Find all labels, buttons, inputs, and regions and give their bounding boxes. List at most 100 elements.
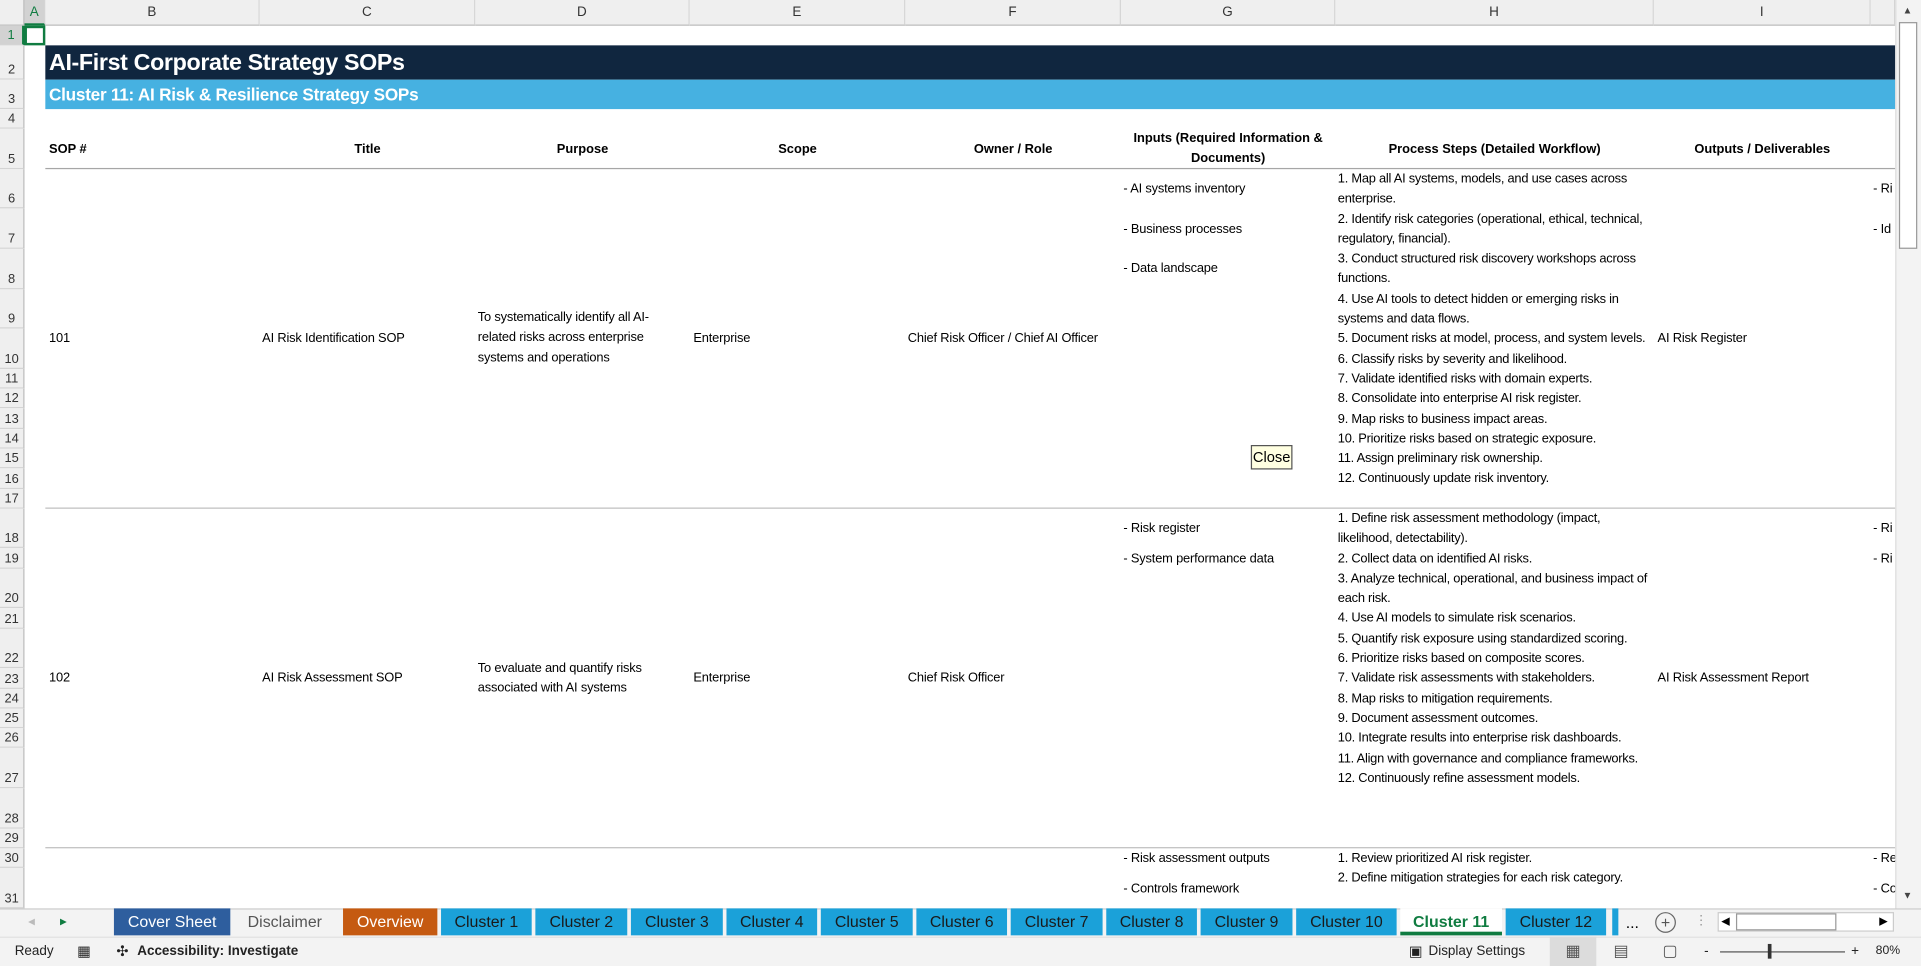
row-header[interactable]: 11 [0,368,25,389]
tab-prev-icon[interactable]: ◂ [28,913,35,930]
row-header[interactable]: 30 [0,848,25,868]
sop-input[interactable]: - System performance data [1123,549,1274,569]
row-header[interactable]: 21 [0,608,25,629]
row-header[interactable]: 5 [0,128,25,170]
row-header[interactable]: 31 [0,867,25,909]
scroll-up-icon[interactable]: ▲ [1903,5,1913,16]
sheet-tab-cluster-11[interactable]: Cluster 11 [1400,908,1502,936]
sop-input[interactable]: - Controls framework [1123,879,1239,899]
next-col-text[interactable]: - Ri [1873,179,1892,199]
sheet-tab-cluster-7[interactable]: Cluster 7 [1010,908,1103,936]
zoom-in-button[interactable]: + [1851,937,1859,966]
column-header[interactable]: F [905,0,1121,26]
zoom-slider-thumb[interactable] [1767,943,1772,959]
sop-scope[interactable]: Enterprise [693,329,750,349]
row-header[interactable]: 24 [0,688,25,709]
tab-next-icon[interactable]: ▸ [60,913,67,930]
sheet-tab-cluster-3[interactable]: Cluster 3 [630,908,723,936]
row-header[interactable]: 15 [0,448,25,469]
sop-number[interactable]: 101 [49,329,70,349]
zoom-level[interactable]: 80% [1876,937,1901,966]
column-header[interactable]: A [24,0,46,26]
sop-input[interactable]: - Business processes [1123,219,1242,239]
row-header[interactable]: 4 [0,109,25,129]
sop-purpose[interactable]: To evaluate and quantify risks associate… [478,658,684,698]
sop-steps[interactable]: 1. Map all AI systems, models, and use c… [1338,169,1654,489]
sheet-tab-cluster-8[interactable]: Cluster 8 [1106,908,1197,936]
accessibility-status[interactable]: Accessibility: Investigate [137,937,298,966]
row-header[interactable]: 7 [0,208,25,249]
sop-title[interactable]: AI Risk Assessment SOP [262,668,403,688]
scrollbar-thumb[interactable] [1898,22,1918,249]
row-header[interactable]: 27 [0,747,25,789]
row-header[interactable]: 12 [0,388,25,409]
row-header[interactable]: 18 [0,508,25,548]
sheet-tab-cluster-5[interactable]: Cluster 5 [820,908,913,936]
row-header[interactable]: 25 [0,708,25,729]
sop-purpose[interactable]: To systematically identify all AI-relate… [478,308,684,368]
column-header[interactable]: H [1335,0,1654,26]
macro-recorder-icon[interactable]: ▦ [77,937,91,966]
sop-owner[interactable]: Chief Risk Officer [908,668,1005,688]
sheet-tab-cluster-9[interactable]: Cluster 9 [1200,908,1293,936]
close-button[interactable]: Close [1250,445,1293,470]
row-header[interactable]: 13 [0,408,25,430]
sop-number[interactable]: 102 [49,668,70,688]
scroll-down-icon[interactable]: ▼ [1903,890,1913,901]
sop-input[interactable]: - Risk register [1123,519,1200,539]
zoom-slider[interactable] [1720,951,1846,953]
add-sheet-button[interactable]: + [1655,912,1676,933]
sop-input[interactable]: - Risk assessment outputs [1123,848,1269,868]
normal-view-button[interactable]: ▦ [1549,936,1597,966]
row-header[interactable]: 2 [0,45,25,80]
row-header[interactable]: 19 [0,547,25,569]
column-header[interactable]: G [1120,0,1336,26]
row-header[interactable]: 1 [0,25,25,46]
row-header[interactable]: 6 [0,169,25,209]
sop-input[interactable]: - Data landscape [1123,259,1217,279]
sheet-tab-disclaimer[interactable]: Disclaimer [233,908,337,935]
row-header[interactable]: 10 [0,328,25,369]
scroll-right-icon[interactable]: ▶ [1879,915,1887,928]
row-header[interactable]: 29 [0,828,25,849]
sheet-tab-cluster-6[interactable]: Cluster 6 [916,908,1008,936]
sop-steps[interactable]: 1. Review prioritized AI risk register. 2… [1338,848,1654,908]
page-layout-view-icon[interactable]: ▤ [1613,937,1628,966]
sop-steps[interactable]: 1. Define risk assessment methodology (i… [1338,509,1654,789]
row-header[interactable]: 16 [0,468,25,490]
sop-input[interactable]: - AI systems inventory [1123,179,1245,199]
row-header[interactable]: 28 [0,788,25,829]
next-col-text[interactable]: - Re [1873,848,1897,868]
display-settings-icon[interactable]: ▣ [1409,937,1423,966]
select-all-corner[interactable] [0,0,25,26]
display-settings-button[interactable]: Display Settings [1428,937,1525,966]
column-header[interactable]: D [475,0,690,26]
sop-scope[interactable]: Enterprise [693,668,750,688]
sop-owner[interactable]: Chief Risk Officer / Chief AI Officer [908,329,1098,349]
sheet-tab-overview[interactable]: Overview [343,908,438,936]
sop-output[interactable]: AI Risk Register [1658,329,1747,349]
horizontal-scrollbar[interactable]: ◀ ▶ [1717,912,1895,932]
column-header[interactable]: E [689,0,906,26]
sheet-tab-cluster-10[interactable]: Cluster 10 [1296,908,1397,936]
row-header[interactable]: 26 [0,728,25,748]
active-cell-a1[interactable] [24,25,46,46]
row-header[interactable]: 9 [0,289,25,329]
next-col-text[interactable]: - Ri [1873,519,1892,539]
sop-title[interactable]: AI Risk Identification SOP [262,329,405,349]
column-header[interactable]: C [259,0,476,26]
next-col-text[interactable]: - Ri [1873,549,1892,569]
column-header[interactable]: I [1653,0,1871,26]
row-header[interactable]: 22 [0,628,25,669]
next-col-text[interactable]: - Id [1873,219,1891,239]
page-break-view-icon[interactable]: ▢ [1662,937,1677,966]
tab-splitter-icon[interactable]: ⋮ [1694,912,1707,928]
row-header[interactable]: 17 [0,489,25,509]
row-header[interactable]: 8 [0,248,25,290]
next-col-text[interactable]: - Co [1873,879,1897,899]
horizontal-scrollbar-thumb[interactable] [1735,913,1837,931]
accessibility-icon[interactable]: ✣ [116,937,128,966]
sheet-tab-cluster-2[interactable]: Cluster 2 [535,908,628,936]
row-header[interactable]: 14 [0,429,25,449]
sheet-tab-cover-sheet[interactable]: Cover Sheet [113,908,231,936]
